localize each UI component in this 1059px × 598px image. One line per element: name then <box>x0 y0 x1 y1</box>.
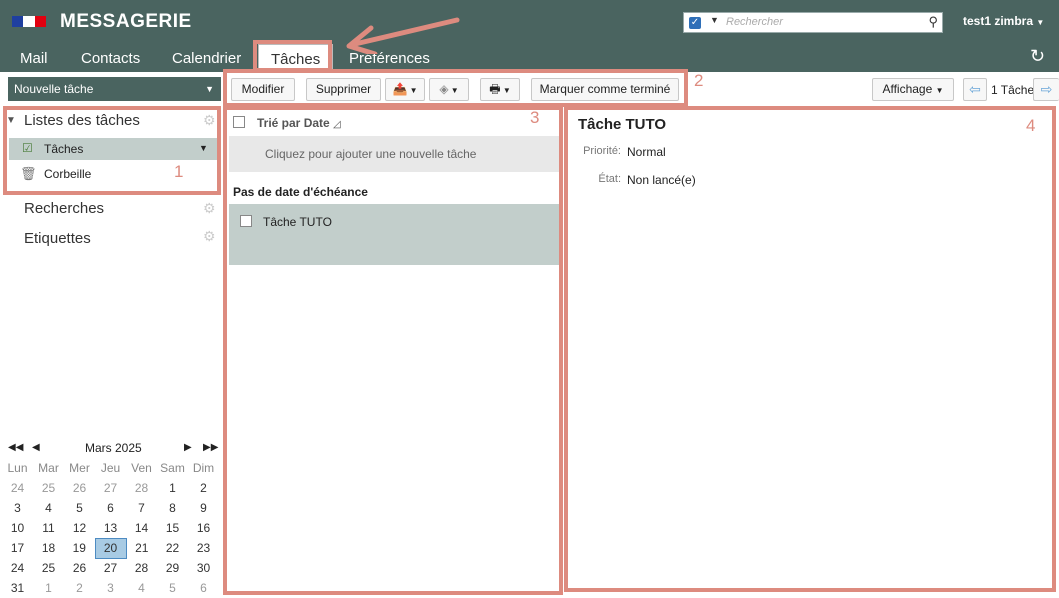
new-task-label: Nouvelle tâche <box>14 82 94 96</box>
calendar-day[interactable]: 28 <box>126 558 157 578</box>
calendar-day[interactable]: 28 <box>126 478 157 498</box>
calendar-day[interactable]: 5 <box>157 578 188 598</box>
calendar-day[interactable]: 3 <box>2 498 33 518</box>
calendar-day[interactable]: 13 <box>95 518 126 538</box>
calendar-day[interactable]: 16 <box>188 518 219 538</box>
search-bar[interactable]: ✓ ▼ Rechercher ⚲ <box>683 12 943 33</box>
weekday-header: Dim <box>192 461 215 475</box>
next-page-icon[interactable]: ⇨ <box>1033 78 1059 101</box>
calendar-day[interactable]: 3 <box>95 578 126 598</box>
weekday-header: Mer <box>69 461 90 475</box>
calendar-day[interactable]: 20 <box>94 537 127 559</box>
weekday-header: Sam <box>160 461 185 475</box>
tab-contacts[interactable]: Contacts <box>77 44 144 72</box>
calendar-day[interactable]: 8 <box>157 498 188 518</box>
user-menu[interactable]: test1 zimbra ▼ <box>963 14 1044 28</box>
calendar-day[interactable]: 22 <box>157 538 188 558</box>
calendar-day[interactable]: 31 <box>2 578 33 598</box>
calendar-day[interactable]: 29 <box>157 558 188 578</box>
user-name: test1 zimbra <box>963 14 1034 28</box>
app-header: MESSAGERIE Mail Contacts Calendrier Tâch… <box>0 0 1059 72</box>
next-year-icon[interactable]: ▶▶ <box>203 442 218 453</box>
new-task-button[interactable]: Nouvelle tâche ▼ <box>8 77 221 101</box>
calendar-day[interactable]: 10 <box>2 518 33 538</box>
calendar-day[interactable]: 6 <box>188 578 219 598</box>
annotation-number-1: 1 <box>174 162 184 181</box>
annotation-number-3: 3 <box>530 108 540 127</box>
annotation-box-1 <box>3 106 221 195</box>
calendar-day[interactable]: 30 <box>188 558 219 578</box>
previous-year-icon[interactable]: ◀◀ <box>8 442 23 453</box>
mini-calendar: Lun Mar Mer Jeu Ven Sam Dim 24 25 26 27 28 1 2 3 4 5 6 7 8… <box>2 458 219 598</box>
calendar-day[interactable]: 2 <box>64 578 95 598</box>
calendar-day[interactable]: 24 <box>2 478 33 498</box>
calendar-day[interactable]: 1 <box>157 478 188 498</box>
annotation-number-4: 4 <box>1026 116 1036 135</box>
tags-header[interactable]: Etiquettes <box>24 230 91 247</box>
calendar-day[interactable]: 1 <box>33 578 64 598</box>
calendar-day[interactable]: 25 <box>33 478 64 498</box>
previous-page-icon[interactable]: ⇦ <box>963 78 987 101</box>
search-input[interactable]: Rechercher <box>726 16 783 28</box>
calendar-day[interactable]: 9 <box>188 498 219 518</box>
calendar-day[interactable]: 6 <box>95 498 126 518</box>
calendar-day[interactable]: 2 <box>188 478 219 498</box>
calendar-day[interactable]: 4 <box>126 578 157 598</box>
calendar-day[interactable]: 11 <box>33 518 64 538</box>
calendar-day[interactable]: 7 <box>126 498 157 518</box>
calendar-day[interactable]: 25 <box>33 558 64 578</box>
annotation-box-3 <box>223 106 563 595</box>
app-title: MESSAGERIE <box>60 11 192 32</box>
french-flag-icon <box>12 16 46 27</box>
calendar-day[interactable]: 17 <box>2 538 33 558</box>
chevron-down-icon[interactable]: ▼ <box>205 77 214 101</box>
calendar-day[interactable]: 12 <box>64 518 95 538</box>
annotation-box-4 <box>564 106 1056 592</box>
weekday-header: Ven <box>131 461 152 475</box>
calendar-day[interactable]: 19 <box>64 538 95 558</box>
previous-month-icon[interactable]: ◀ <box>32 442 40 453</box>
annotation-box-2 <box>223 69 688 107</box>
calendar-day[interactable]: 26 <box>64 558 95 578</box>
chevron-down-icon: ▼ <box>935 86 944 95</box>
chevron-down-icon[interactable]: ▼ <box>710 15 719 25</box>
calendar-day[interactable]: 26 <box>64 478 95 498</box>
weekday-header: Lun <box>7 461 28 475</box>
tab-calendrier[interactable]: Calendrier <box>168 44 245 72</box>
annotation-number-2: 2 <box>694 71 704 90</box>
search-icon[interactable]: ⚲ <box>928 14 938 30</box>
gear-icon[interactable]: ⚙ <box>203 228 216 245</box>
calendar-month-title[interactable]: Mars 2025 <box>85 441 142 455</box>
calendar-day[interactable]: 5 <box>64 498 95 518</box>
calendar-day[interactable]: 4 <box>33 498 64 518</box>
searches-header[interactable]: Recherches <box>24 200 104 217</box>
calendar-day[interactable]: 27 <box>95 478 126 498</box>
task-count: 1 Tâche <box>991 83 1035 97</box>
checkmark-icon[interactable]: ✓ <box>689 17 701 29</box>
next-month-icon[interactable]: ▶ <box>184 442 192 453</box>
refresh-icon[interactable]: ↻ <box>1030 46 1045 67</box>
tab-mail[interactable]: Mail <box>16 44 52 72</box>
view-label: Affichage <box>882 82 933 96</box>
calendar-day[interactable]: 27 <box>95 558 126 578</box>
calendar-day[interactable]: 24 <box>2 558 33 578</box>
calendar-day[interactable]: 18 <box>33 538 64 558</box>
chevron-down-icon: ▼ <box>1036 18 1045 27</box>
annotation-box-tab <box>253 40 332 72</box>
weekday-header: Jeu <box>100 461 121 475</box>
view-menu-button[interactable]: Affichage ▼ <box>872 78 954 101</box>
gear-icon[interactable]: ⚙ <box>203 200 216 217</box>
calendar-day[interactable]: 23 <box>188 538 219 558</box>
calendar-day[interactable]: 15 <box>157 518 188 538</box>
calendar-day[interactable]: 21 <box>126 538 157 558</box>
calendar-day[interactable]: 14 <box>126 518 157 538</box>
annotation-arrow-icon <box>346 17 460 54</box>
weekday-header: Mar <box>38 461 59 475</box>
